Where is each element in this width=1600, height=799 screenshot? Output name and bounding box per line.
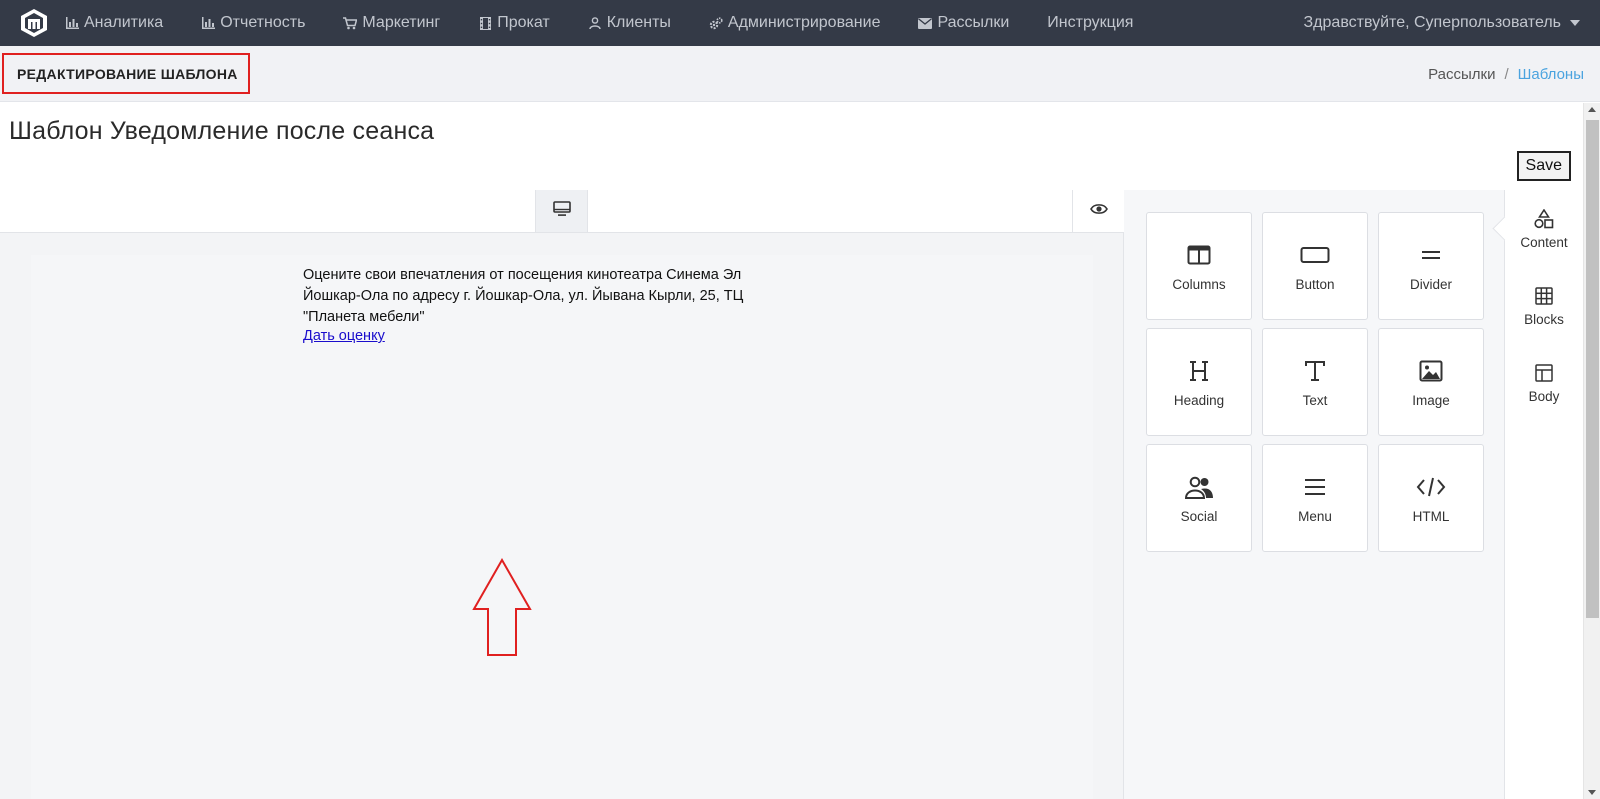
user-menu[interactable]: Здравствуйте, Суперпользователь: [1304, 0, 1580, 46]
caret-down-icon: [1570, 20, 1580, 26]
tool-menu[interactable]: Menu: [1262, 444, 1368, 552]
red-arrow-annotation: [472, 558, 532, 656]
breadcrumb-separator: /: [1504, 65, 1509, 83]
preview-button[interactable]: [1072, 190, 1124, 232]
columns-icon: [1187, 241, 1211, 269]
tab-blocks[interactable]: Blocks: [1505, 267, 1583, 344]
nav-item-label: Маркетинг: [362, 14, 441, 31]
nav-item-label: Клиенты: [606, 14, 671, 31]
code-icon: [1416, 473, 1446, 501]
eye-icon: [1089, 202, 1108, 220]
layout-icon: [1535, 362, 1553, 384]
template-title: Шаблон Уведомление после сеанса: [9, 117, 435, 145]
top-navbar: Аналитика Отчетность Маркетинг Прокат Кл…: [0, 0, 1600, 46]
breadcrumb: Рассылки / Шаблоны: [1428, 46, 1584, 102]
nav-item-administration[interactable]: Администрирование: [709, 14, 881, 32]
save-button[interactable]: Save: [1516, 151, 1571, 181]
button-icon: [1300, 241, 1330, 269]
email-editor: Оцените свои впечатления от посещения ки…: [0, 190, 1583, 799]
user-icon: [588, 16, 602, 30]
tool-divider[interactable]: Divider: [1378, 212, 1484, 320]
nav-item-rental[interactable]: Прокат: [478, 14, 550, 32]
nav-item-clients[interactable]: Клиенты: [588, 14, 671, 32]
divider-icon: [1420, 241, 1442, 269]
tool-text[interactable]: Text: [1262, 328, 1368, 436]
text-icon: [1303, 357, 1327, 385]
nav-item-label: Отчетность: [220, 14, 306, 31]
page-header: РЕДАКТИРОВАНИЕ ШАБЛОНА Рассылки / Шаблон…: [0, 46, 1600, 102]
tool-columns[interactable]: Columns: [1146, 212, 1252, 320]
shapes-icon: [1534, 208, 1554, 230]
bar-chart-icon: [65, 16, 79, 30]
tool-label: Text: [1302, 392, 1328, 408]
side-tabs: Content Blocks Body: [1504, 190, 1583, 799]
nav-item-reports[interactable]: Отчетность: [201, 14, 305, 32]
page-scrollbar[interactable]: [1583, 103, 1600, 799]
desktop-icon: [552, 200, 571, 222]
nav-item-analytics[interactable]: Аналитика: [65, 14, 163, 32]
page-title: РЕДАКТИРОВАНИЕ ШАБЛОНА: [2, 53, 250, 94]
heading-icon: [1187, 357, 1211, 385]
image-icon: [1419, 357, 1443, 385]
editor-canvas: Оцените свои впечатления от посещения ки…: [0, 190, 1124, 799]
nav-item-label: Рассылки: [937, 14, 1010, 31]
breadcrumb-item-templates[interactable]: Шаблоны: [1518, 66, 1584, 83]
tool-label: Heading: [1173, 392, 1225, 408]
tab-label: Blocks: [1524, 311, 1564, 327]
tab-body[interactable]: Body: [1505, 344, 1583, 421]
nav-item-label: Аналитика: [84, 14, 164, 31]
tool-label: Button: [1295, 276, 1335, 292]
envelope-icon: [918, 16, 933, 30]
film-icon: [478, 16, 492, 30]
nav-item-mailings[interactable]: Рассылки: [918, 14, 1009, 32]
tool-label: Menu: [1298, 508, 1332, 524]
tool-image[interactable]: Image: [1378, 328, 1484, 436]
nav-item-label: Администрирование: [727, 14, 881, 31]
tool-heading[interactable]: Heading: [1146, 328, 1252, 436]
blocks-icon: [1535, 285, 1553, 307]
tool-button[interactable]: Button: [1262, 212, 1368, 320]
tool-social[interactable]: Social: [1146, 444, 1252, 552]
scroll-up-arrow-icon[interactable]: [1588, 107, 1596, 112]
rate-link[interactable]: Дать оценку: [303, 328, 385, 344]
editor-toolbar: [0, 190, 1124, 233]
desktop-view-button[interactable]: [535, 190, 588, 232]
email-text-block[interactable]: Оцените свои впечатления от посещения ки…: [303, 265, 773, 328]
tool-label: Social: [1180, 508, 1218, 524]
menu-icon: [1304, 473, 1326, 501]
nav-item-label: Прокат: [497, 14, 550, 31]
tool-html[interactable]: HTML: [1378, 444, 1484, 552]
logo-icon[interactable]: [17, 6, 51, 40]
social-icon: [1184, 473, 1214, 501]
tools-panel: Columns Button Divider Heading Text Imag…: [1124, 190, 1504, 799]
tab-label: Body: [1528, 388, 1560, 404]
tab-label: Content: [1520, 234, 1568, 250]
main-content: Шаблон Уведомление после сеанса Save Оце…: [0, 103, 1583, 799]
email-body[interactable]: Оцените свои впечатления от посещения ки…: [31, 255, 1093, 799]
nav-item-label: Инструкция: [1047, 14, 1134, 31]
user-greeting: Здравствуйте, Суперпользователь: [1303, 14, 1561, 31]
tool-label: Columns: [1172, 276, 1226, 292]
tab-content[interactable]: Content: [1505, 190, 1583, 267]
tool-label: HTML: [1412, 508, 1450, 524]
nav-item-instructions[interactable]: Инструкция: [1047, 14, 1133, 32]
bar-chart-icon: [201, 16, 215, 30]
breadcrumb-item-mailings[interactable]: Рассылки: [1428, 66, 1495, 83]
gears-icon: [709, 16, 723, 30]
tool-grid: Columns Button Divider Heading Text Imag…: [1146, 212, 1484, 552]
scroll-thumb[interactable]: [1586, 120, 1599, 618]
scroll-down-arrow-icon[interactable]: [1588, 790, 1596, 795]
nav-item-marketing[interactable]: Маркетинг: [343, 14, 440, 32]
tool-label: Divider: [1409, 276, 1452, 292]
cart-icon: [343, 16, 358, 30]
tool-label: Image: [1412, 392, 1450, 408]
